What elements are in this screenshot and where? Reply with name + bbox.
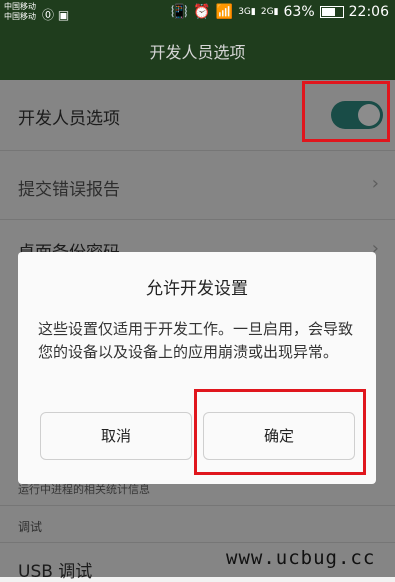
sim-icon: ⓪	[42, 8, 55, 22]
clock: 22:06	[348, 4, 389, 20]
signal-2g-icon: 2G▮	[260, 7, 279, 17]
status-right: 📳 ⏰ 📶 3G▮ 2G▮ 63% 22:06	[171, 4, 389, 20]
page-title: 开发人员选项	[0, 26, 395, 80]
vibrate-icon: 📳	[170, 4, 189, 20]
watermark: www.ucbug.cc	[226, 547, 376, 569]
image-icon: ▣	[57, 8, 70, 22]
dialog-message: 这些设置仅适用于开发工作。一旦启用，会导致您的设备以及设备上的应用崩溃或出现异常…	[38, 320, 354, 361]
highlight-box-toggle	[302, 81, 390, 142]
carrier-2: 中国移动	[4, 12, 36, 21]
battery-icon	[319, 6, 344, 18]
dialog-title: 允许开发设置	[146, 279, 248, 299]
wifi-icon: 📶	[215, 4, 234, 20]
status-bar: 中国移动 中国移动 ⓪ ▣ 📳 ⏰ 📶 3G▮ 2G▮ 63% 22:06	[0, 0, 395, 26]
alarm-icon: ⏰	[193, 4, 211, 20]
carrier-1: 中国移动	[4, 2, 36, 11]
carrier-labels: 中国移动 中国移动	[4, 2, 36, 22]
signal-3g-icon: 3G▮	[238, 7, 256, 17]
highlight-box-confirm	[194, 389, 366, 475]
status-left-icons: ⓪ ▣	[42, 6, 69, 23]
cancel-button[interactable]: 取消	[40, 412, 192, 460]
battery-percent: 63%	[283, 4, 315, 20]
